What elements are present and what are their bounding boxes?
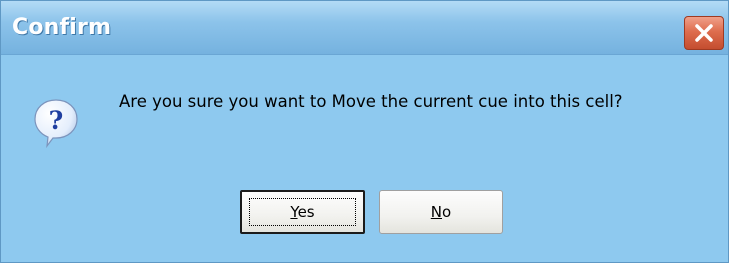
dialog-body: ? Are you sure you want to Move the curr…: [1, 56, 728, 262]
confirm-message: Are you sure you want to Move the curren…: [119, 92, 623, 111]
no-button-label: No: [430, 203, 452, 221]
yes-button[interactable]: Yes: [240, 190, 365, 234]
close-icon: [695, 24, 713, 42]
question-icon: ?: [34, 99, 78, 148]
no-button[interactable]: No: [379, 190, 503, 234]
svg-text:?: ?: [49, 106, 64, 135]
dialog-title: Confirm: [12, 15, 112, 40]
title-bar[interactable]: Confirm: [1, 1, 728, 55]
confirm-dialog: Confirm ? Are you sure you want to Move …: [0, 0, 729, 263]
close-button[interactable]: [684, 16, 724, 50]
focus-ring: [249, 198, 356, 226]
